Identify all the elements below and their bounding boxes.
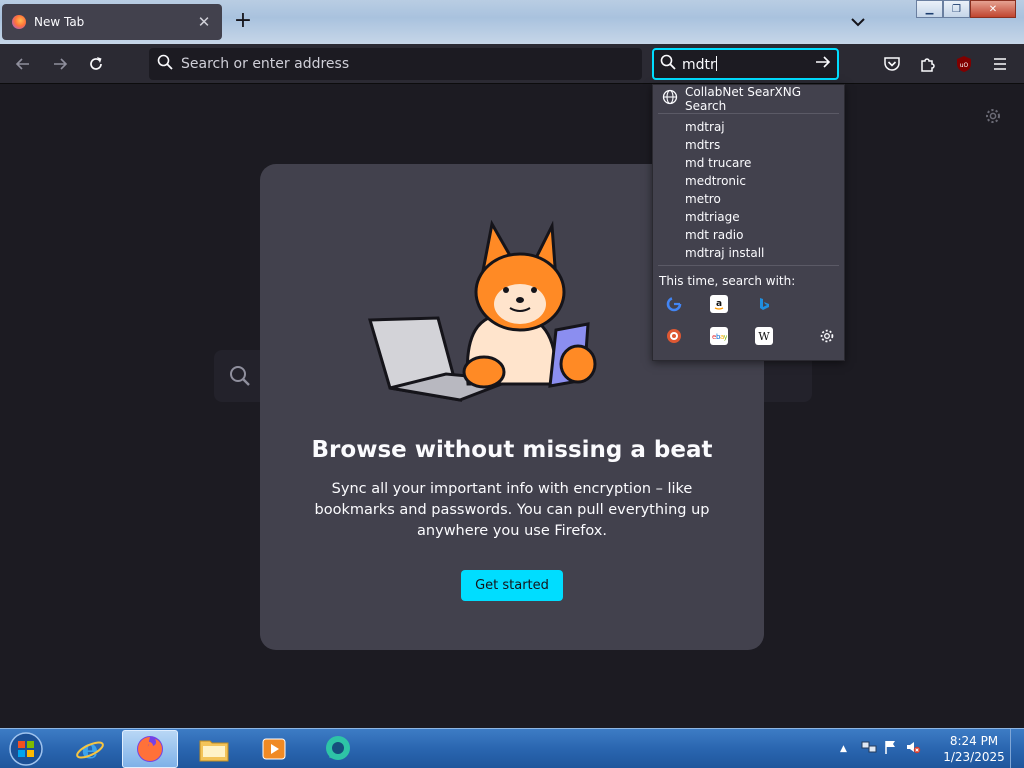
pocket-icon[interactable] xyxy=(880,52,904,76)
windows-start-orb-icon[interactable] xyxy=(6,731,46,767)
chat-app-icon[interactable] xyxy=(310,730,366,768)
firefox-taskbar-icon[interactable] xyxy=(122,730,178,768)
media-player-icon[interactable] xyxy=(246,730,302,768)
suggestion-item[interactable]: mdtrs xyxy=(685,136,764,154)
firefox-favicon-icon xyxy=(12,15,26,29)
windows-taskbar: e ▲ 8:24 PM 1/23/2025 xyxy=(0,728,1024,768)
suggestion-item[interactable]: md trucare xyxy=(685,154,764,172)
search-box-value: mdtr xyxy=(682,56,716,73)
svg-text:W: W xyxy=(758,330,770,343)
internet-explorer-icon[interactable]: e xyxy=(62,730,118,768)
svg-text:e: e xyxy=(82,735,99,764)
system-tray: ▲ xyxy=(840,729,921,768)
suggestion-item[interactable]: mdtraj install xyxy=(685,244,764,262)
divider xyxy=(658,265,839,266)
search-icon xyxy=(228,364,252,392)
suggestion-item[interactable]: mdtriage xyxy=(685,208,764,226)
search-icon xyxy=(660,54,676,74)
reload-icon[interactable] xyxy=(84,52,108,76)
show-desktop-button[interactable] xyxy=(1010,729,1024,768)
hamburger-menu-icon[interactable] xyxy=(988,52,1012,76)
navigation-toolbar: Search or enter address mdtr uO xyxy=(0,44,1024,84)
promo-title: Browse without missing a beat xyxy=(311,437,713,463)
search-icon xyxy=(157,54,173,74)
minimize-button[interactable]: ▁ xyxy=(916,0,943,18)
suggestion-item[interactable]: medtronic xyxy=(685,172,764,190)
volume-muted-icon[interactable] xyxy=(905,739,921,759)
tab-strip: New Tab ✕ + ▁ ❐ ✕ xyxy=(0,0,1024,44)
ebay-icon[interactable]: ebay xyxy=(710,327,728,345)
new-tab-button[interactable]: + xyxy=(232,10,254,33)
search-settings-gear-icon[interactable] xyxy=(818,327,836,345)
suggestion-list: mdtraj mdtrs md trucare medtronic metro … xyxy=(685,118,764,262)
action-center-flag-icon[interactable] xyxy=(883,739,899,759)
bing-icon[interactable] xyxy=(755,295,773,313)
amazon-icon[interactable]: a xyxy=(710,295,728,313)
back-arrow-icon[interactable] xyxy=(11,52,35,76)
network-icon[interactable] xyxy=(861,739,877,759)
suggestion-item[interactable]: mdt radio xyxy=(685,226,764,244)
forward-arrow-icon[interactable] xyxy=(48,52,72,76)
taskbar-clock[interactable]: 8:24 PM 1/23/2025 xyxy=(938,733,1010,765)
page-settings-gear-icon[interactable] xyxy=(984,107,1002,125)
restore-button[interactable]: ❐ xyxy=(943,0,970,18)
promo-body: Sync all your important info with encryp… xyxy=(314,481,710,539)
svg-text:y: y xyxy=(724,333,728,341)
extensions-puzzle-icon[interactable] xyxy=(916,52,940,76)
one-off-search-label: This time, search with: xyxy=(659,274,796,288)
search-engine-header[interactable]: CollabNet SearXNG Search xyxy=(653,85,844,113)
window-controls: ▁ ❐ ✕ xyxy=(916,0,1016,18)
list-all-tabs-chevron-icon[interactable] xyxy=(846,10,870,34)
search-suggestions-popup: CollabNet SearXNG Search mdtraj mdtrs md… xyxy=(652,84,845,361)
file-explorer-icon[interactable] xyxy=(186,730,242,768)
search-engine-name: CollabNet SearXNG Search xyxy=(685,85,802,113)
globe-icon xyxy=(662,89,678,109)
svg-text:a: a xyxy=(716,299,722,309)
clock-time: 8:24 PM xyxy=(949,734,999,748)
window-close-button[interactable]: ✕ xyxy=(970,0,1016,18)
suggestion-item[interactable]: mdtraj xyxy=(685,118,764,136)
show-hidden-icons-chevron-icon[interactable]: ▲ xyxy=(840,744,847,754)
go-arrow-icon[interactable] xyxy=(814,53,832,75)
fox-with-laptop-illustration xyxy=(368,219,597,402)
address-bar[interactable]: Search or enter address xyxy=(149,48,642,80)
clock-date: 1/23/2025 xyxy=(943,750,1005,764)
search-box[interactable]: mdtr xyxy=(652,48,839,80)
divider xyxy=(658,113,839,114)
suggestion-item[interactable]: metro xyxy=(685,190,764,208)
address-placeholder: Search or enter address xyxy=(181,56,350,72)
svg-text:uO: uO xyxy=(960,62,969,69)
tab-new-tab[interactable]: New Tab ✕ xyxy=(2,4,222,40)
wikipedia-icon[interactable]: W xyxy=(755,327,773,345)
get-started-button[interactable]: Get started xyxy=(461,570,563,601)
duckduckgo-icon[interactable] xyxy=(665,327,683,345)
google-icon[interactable] xyxy=(665,295,683,313)
tab-title: New Tab xyxy=(34,15,85,29)
new-tab-page: Browse without missing a beat Sync all y… xyxy=(0,85,1024,728)
ublock-origin-icon[interactable]: uO xyxy=(952,52,976,76)
tab-close-icon[interactable]: ✕ xyxy=(196,14,212,30)
